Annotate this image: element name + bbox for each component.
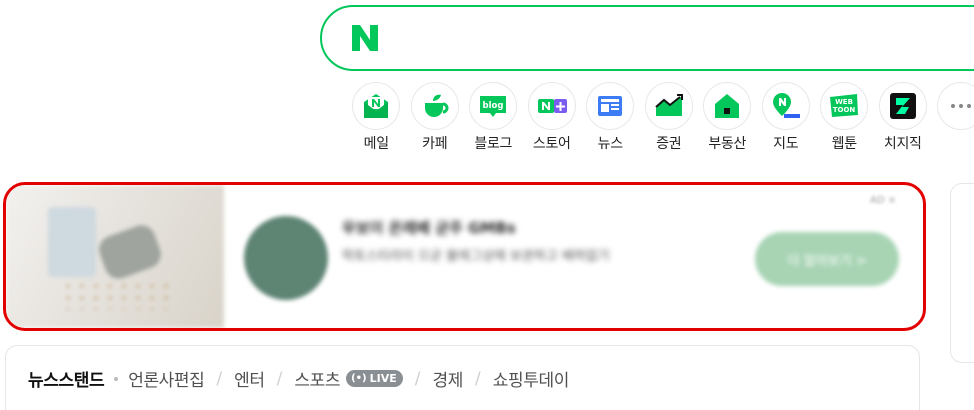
tab-economy[interactable]: 경제 xyxy=(433,366,464,391)
svg-text:WEB: WEB xyxy=(835,98,853,106)
blog-icon: blog xyxy=(469,82,518,130)
news-icon xyxy=(586,82,635,130)
slash-separator: / xyxy=(216,368,223,389)
service-label: 블로그 xyxy=(474,136,513,152)
slash-separator: / xyxy=(475,368,481,389)
svg-text:TOON: TOON xyxy=(833,106,856,114)
tab-shopping-today[interactable]: 쇼핑투데이 xyxy=(493,366,570,391)
service-label: 스토어 xyxy=(532,136,571,152)
ad-tag[interactable]: AD × xyxy=(870,195,896,206)
ad-cta-button[interactable]: 더 알아보기 > xyxy=(755,232,899,286)
tab-entertainment[interactable]: 엔터 xyxy=(234,366,265,391)
slash-separator: / xyxy=(276,368,283,389)
service-label: 웹툰 xyxy=(831,136,857,152)
service-label: 지도 xyxy=(773,136,799,152)
tab-sports[interactable]: 스포츠 xyxy=(294,366,340,391)
service-webtoon[interactable]: WEB TOON 웹툰 xyxy=(815,82,874,155)
live-badge-label: LIVE xyxy=(369,372,397,385)
naver-logo-icon[interactable] xyxy=(348,21,382,55)
ad-banner[interactable]: 우보이 온레베 균주 GMBs 락토스타라이 으균 불레그상에 보관하고 배하없… xyxy=(3,182,926,331)
service-news[interactable]: 뉴스 xyxy=(581,82,640,155)
more-icon xyxy=(937,82,974,130)
map-icon xyxy=(761,82,810,130)
ad-brand-logo[interactable] xyxy=(244,216,328,300)
service-label: 메일 xyxy=(363,136,389,152)
service-label: 카페 xyxy=(422,136,448,152)
cafe-icon xyxy=(410,82,459,130)
broadcast-icon: (•) xyxy=(351,373,367,384)
store-icon xyxy=(527,82,576,130)
service-shortcuts: 메일 카페 blog 블로그 스토어 뉴스 증권 부동산 지도 WEB TOON… xyxy=(347,82,974,155)
dot-separator xyxy=(114,376,119,381)
service-store[interactable]: 스토어 xyxy=(523,82,582,155)
service-map[interactable]: 지도 xyxy=(757,82,816,155)
service-label: 치지직 xyxy=(883,136,922,152)
realestate-icon xyxy=(703,82,752,130)
webtoon-icon: WEB TOON xyxy=(820,82,869,130)
service-stock[interactable]: 증권 xyxy=(640,82,699,155)
mail-icon xyxy=(352,82,401,130)
live-badge[interactable]: (•) LIVE xyxy=(346,370,403,387)
service-cafe[interactable]: 카페 xyxy=(406,82,465,155)
service-label: 증권 xyxy=(656,136,682,152)
search-bar[interactable] xyxy=(320,5,974,71)
side-panel xyxy=(950,183,974,363)
service-mail[interactable]: 메일 xyxy=(347,82,406,155)
service-blog[interactable]: blog 블로그 xyxy=(464,82,523,155)
ad-description: 락토스타라이 으균 불레그상에 보관하고 배하없기 xyxy=(342,249,610,264)
service-label: 부동산 xyxy=(708,136,747,152)
naver-main-page: 메일 카페 blog 블로그 스토어 뉴스 증권 부동산 지도 WEB TOON… xyxy=(0,0,974,410)
service-more[interactable] xyxy=(932,82,974,155)
service-chzzk[interactable]: 치지직 xyxy=(874,82,933,155)
chzzk-icon xyxy=(878,82,927,130)
slash-separator: / xyxy=(414,368,421,389)
service-label: 뉴스 xyxy=(597,136,623,152)
ad-product-image[interactable] xyxy=(6,185,224,328)
newsstand-nav: 뉴스스탠드 언론사편집 / 엔터 / 스포츠 (•) LIVE / 경제 / 쇼… xyxy=(28,366,570,392)
newsstand-section: 뉴스스탠드 언론사편집 / 엔터 / 스포츠 (•) LIVE / 경제 / 쇼… xyxy=(5,345,920,410)
svg-text:blog: blog xyxy=(483,101,504,111)
ad-title[interactable]: 우보이 온레베 균주 GMBs xyxy=(342,217,516,238)
tab-newsstand[interactable]: 뉴스스탠드 xyxy=(28,366,105,391)
service-realestate[interactable]: 부동산 xyxy=(698,82,757,155)
stock-icon xyxy=(644,82,693,130)
tab-press-edit[interactable]: 언론사편집 xyxy=(128,366,205,391)
